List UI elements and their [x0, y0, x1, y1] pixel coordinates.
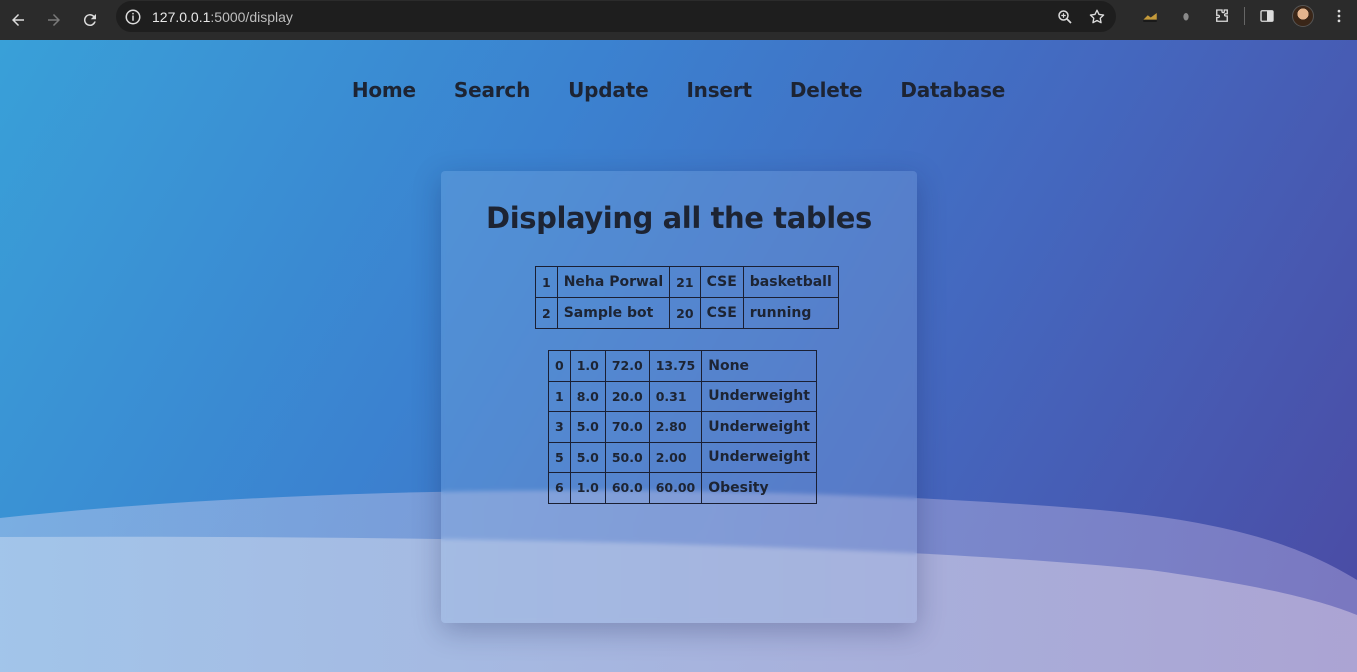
profile-button[interactable]: [1285, 0, 1321, 32]
table-cell: Underweight: [701, 380, 817, 412]
table-row: 3 5.0 70.0 2.80 Underweight: [548, 411, 817, 443]
table-cell: 5.0: [569, 441, 606, 473]
nav-update[interactable]: Update: [549, 78, 667, 108]
table-cell: Neha Porwal: [556, 266, 671, 298]
address-bar[interactable]: 127.0.0.1:5000/display: [116, 1, 1116, 32]
avatar: [1292, 5, 1314, 27]
table-cell: 3: [548, 411, 571, 443]
reload-icon: [83, 14, 96, 27]
table-cell: 0: [548, 350, 571, 382]
tables-card: Displaying all the tables 1 Neha Porwal …: [441, 171, 917, 623]
nav-database[interactable]: Database: [881, 78, 1024, 108]
table-cell: basketball: [742, 266, 839, 298]
extension-button-2[interactable]: [1168, 0, 1204, 32]
reload-button[interactable]: [72, 4, 108, 36]
table-row: 1 Neha Porwal 21 CSE basketball: [535, 266, 839, 298]
table-cell: 5: [548, 441, 571, 473]
table-cell: None: [701, 350, 817, 382]
table-cell: CSE: [699, 297, 744, 329]
table-cell: 13.75: [648, 350, 703, 382]
table-cell: Obesity: [701, 472, 817, 504]
table-row: 0 1.0 72.0 13.75 None: [548, 350, 817, 382]
table-cell: 2.00: [648, 441, 703, 473]
table-cell: 21: [669, 266, 701, 298]
table-cell: 2.80: [648, 411, 703, 443]
table-cell: 70.0: [604, 411, 650, 443]
nav-insert[interactable]: Insert: [667, 78, 770, 108]
browser-toolbar: 127.0.0.1:5000/display: [0, 0, 1357, 40]
table-row: 5 5.0 50.0 2.00 Underweight: [548, 441, 817, 473]
table-row: 1 8.0 20.0 0.31 Underweight: [548, 380, 817, 412]
site-info-button[interactable]: [124, 8, 142, 26]
nav-home[interactable]: Home: [333, 78, 435, 108]
puzzle-icon: [1216, 9, 1228, 22]
table-cell: 60.0: [604, 472, 650, 504]
bmi-table: 0 1.0 72.0 13.75 None 1 8.0 20.0 0.31 Un…: [548, 350, 817, 504]
extensions-button[interactable]: [1204, 0, 1240, 32]
toolbar-separator: [1244, 7, 1245, 25]
zoom-icon[interactable]: [1056, 8, 1074, 26]
url-text[interactable]: 127.0.0.1:5000/display: [152, 9, 293, 25]
table-cell: 0.31: [648, 380, 703, 412]
forward-button[interactable]: [36, 4, 72, 36]
main-nav: Home Search Update Insert Delete Databas…: [0, 78, 1357, 108]
extension-logo-icon: [1143, 13, 1157, 22]
menu-button[interactable]: [1321, 0, 1357, 32]
table-cell: 1.0: [569, 472, 606, 504]
side-panel-button[interactable]: [1249, 0, 1285, 32]
table-cell: 2: [535, 297, 558, 329]
table-row: 6 1.0 60.0 60.00 Obesity: [548, 472, 817, 504]
table-cell: Underweight: [701, 411, 817, 443]
arrow-right-icon: [48, 14, 60, 26]
info-icon: [125, 9, 141, 24]
nav-delete[interactable]: Delete: [771, 78, 882, 108]
nav-search[interactable]: Search: [435, 78, 549, 108]
students-table: 1 Neha Porwal 21 CSE basketball 2 Sample…: [535, 266, 839, 329]
extension-drop-icon: [1183, 13, 1189, 21]
page-title: Displaying all the tables: [486, 201, 872, 235]
extension-button-1[interactable]: [1132, 0, 1168, 32]
page-content: Home Search Update Insert Delete Databas…: [0, 40, 1357, 672]
table-cell: 72.0: [604, 350, 650, 382]
table-cell: 5.0: [569, 411, 606, 443]
bookmark-star-icon[interactable]: [1088, 8, 1106, 26]
table-cell: running: [742, 297, 839, 329]
table-cell: 20.0: [604, 380, 650, 412]
table-cell: 1.0: [569, 350, 606, 382]
back-button[interactable]: [0, 4, 36, 36]
table-cell: 8.0: [569, 380, 606, 412]
table-cell: 6: [548, 472, 571, 504]
arrow-left-icon: [12, 14, 24, 26]
table-cell: 20: [669, 297, 701, 329]
table-cell: 60.00: [648, 472, 703, 504]
side-panel-icon: [1260, 10, 1274, 22]
url-host: 127.0.0.1: [152, 8, 211, 25]
table-cell: Underweight: [701, 441, 817, 473]
table-cell: Sample bot: [556, 297, 671, 329]
table-cell: 50.0: [604, 441, 650, 473]
url-path: :5000/display: [210, 8, 293, 25]
table-cell: CSE: [699, 266, 744, 298]
table-row: 2 Sample bot 20 CSE running: [535, 297, 839, 329]
table-cell: 1: [535, 266, 558, 298]
more-vertical-icon: [1337, 9, 1341, 23]
table-cell: 1: [548, 380, 571, 412]
